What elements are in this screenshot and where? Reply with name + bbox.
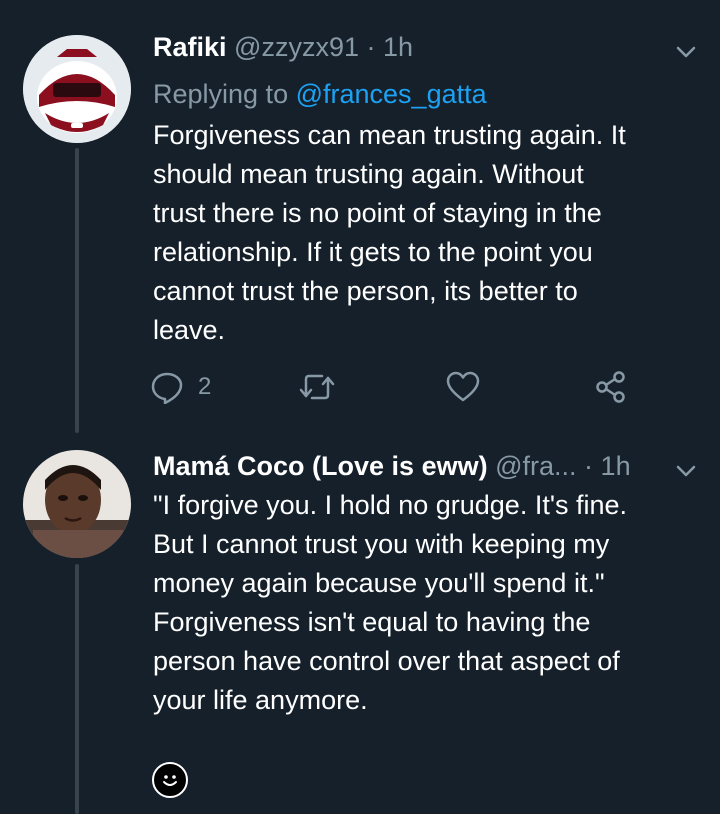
chevron-down-icon[interactable]	[672, 38, 700, 66]
replying-to-label: Replying to	[153, 79, 289, 109]
tweet-text-line: your life anymore.	[153, 685, 368, 715]
retweet-button[interactable]	[298, 367, 336, 407]
share-button[interactable]	[594, 367, 628, 407]
tweet-header: Rafiki @zzyzx91 · 1h	[153, 30, 413, 64]
smiley-icon	[163, 775, 177, 786]
tweet-text-line: Forgiveness isn't equal to having the	[153, 607, 591, 637]
reply-icon	[151, 372, 183, 404]
separator: ·	[366, 32, 376, 62]
retweet-icon	[299, 374, 335, 400]
tweet-text: "I forgive you. I hold no grudge. It's f…	[153, 486, 627, 720]
share-icon	[596, 371, 625, 403]
reply-count: 2	[198, 373, 212, 400]
tweet-text-line: money again because you'll spend it."	[153, 568, 605, 598]
tweet-text-line: person have control over that aspect of	[153, 646, 620, 676]
author-handle[interactable]: @zzyzx91	[234, 32, 359, 62]
author-name[interactable]: Mamá Coco (Love is eww)	[153, 451, 488, 481]
tweet-text-line: should mean trusting again. Without	[153, 159, 584, 189]
thread-line	[75, 564, 79, 814]
chevron-down-icon[interactable]	[672, 457, 700, 485]
tweet-text-line: Forgiveness can mean trusting again. It	[153, 120, 626, 150]
timestamp[interactable]: 1h	[601, 451, 631, 481]
tweet-text-line: "I forgive you. I hold no grudge. It's f…	[153, 490, 628, 520]
author-handle[interactable]: @fra...	[495, 451, 576, 481]
tweet-actions: 2	[150, 367, 650, 407]
tweet-text-line: relationship. If it gets to the point yo…	[153, 237, 593, 267]
replying-to: Replying to @frances_gatta	[153, 77, 487, 111]
thread-line	[75, 148, 79, 433]
profile-photo-avatar-image	[23, 450, 131, 558]
timestamp[interactable]: 1h	[383, 32, 413, 62]
tweet-mama-coco[interactable]: Mamá Coco (Love is eww) @fra... · 1h "I …	[0, 430, 720, 814]
avatar[interactable]	[23, 35, 131, 143]
like-button[interactable]	[446, 367, 480, 407]
author-name[interactable]: Rafiki	[153, 32, 227, 62]
helmet-avatar-image	[23, 35, 131, 143]
tweet-text-line: But I cannot trust you with keeping my	[153, 529, 610, 559]
tweet-text-line: cannot trust the person, its better to	[153, 276, 578, 306]
like-icon	[446, 371, 480, 402]
tweet-text: Forgiveness can mean trusting again. It …	[153, 116, 626, 350]
separator: ·	[584, 451, 594, 481]
mention-link[interactable]: @frances_gatta	[296, 79, 487, 109]
tweet-text-line: leave.	[153, 315, 226, 345]
tweet-rafiki[interactable]: Rafiki @zzyzx91 · 1h Replying to @france…	[0, 0, 720, 433]
emoji-reaction-button[interactable]	[152, 762, 188, 798]
tweet-text-line: trust there is no point of staying in th…	[153, 198, 602, 228]
tweet-header: Mamá Coco (Love is eww) @fra... · 1h	[153, 449, 631, 483]
avatar[interactable]	[23, 450, 131, 558]
reply-button[interactable]: 2	[150, 367, 211, 407]
